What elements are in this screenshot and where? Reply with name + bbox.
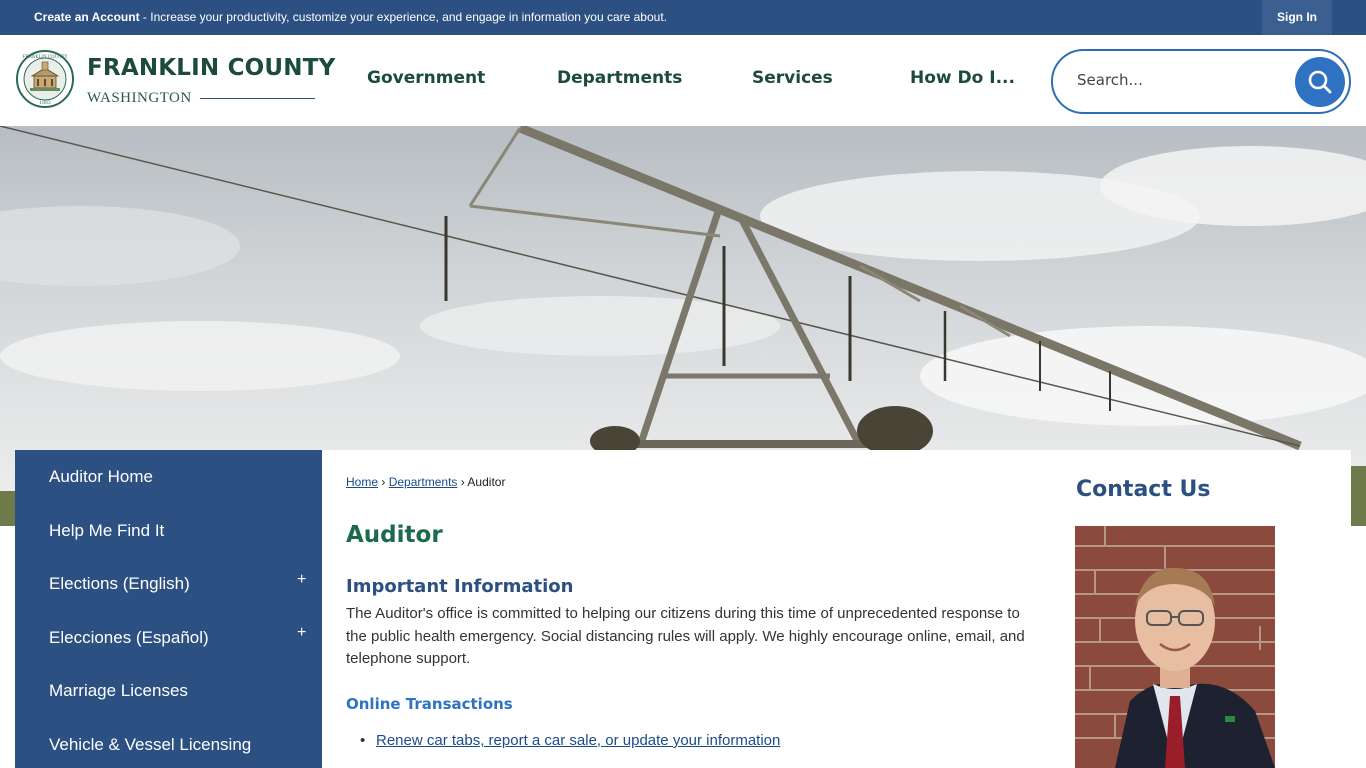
page-title: Auditor xyxy=(346,522,443,548)
nav-how-do-i[interactable]: How Do I... xyxy=(910,68,1015,88)
sidebar-item-marriage-licenses[interactable]: Marriage Licenses xyxy=(49,681,188,701)
nav-departments[interactable]: Departments xyxy=(557,68,682,88)
create-account-link[interactable]: Create an Account xyxy=(34,10,140,24)
sidebar-item-help-me-find-it[interactable]: Help Me Find It xyxy=(49,521,164,541)
search-icon xyxy=(1308,70,1332,94)
renew-car-tabs-link[interactable]: Renew car tabs, report a car sale, or up… xyxy=(376,732,780,749)
expand-elecciones-espanol-icon[interactable]: + xyxy=(297,624,306,642)
logo-divider xyxy=(200,98,315,99)
breadcrumb-current: Auditor xyxy=(467,475,506,489)
promo-text: - Increase your productivity, customize … xyxy=(139,10,667,24)
expand-elections-english-icon[interactable]: + xyxy=(297,571,306,589)
auditor-photo xyxy=(1075,526,1275,768)
seal-top-text: FRANKLIN COUNTY xyxy=(23,54,68,59)
online-transactions-list: Renew car tabs, report a car sale, or up… xyxy=(360,732,780,757)
search-button[interactable] xyxy=(1295,57,1345,107)
breadcrumb-home-link[interactable]: Home xyxy=(346,475,378,489)
top-bar: Create an Account - Increase your produc… xyxy=(0,0,1366,35)
site-header: FRANKLIN COUNTY 1883 FRANKLIN COUNTY WAS… xyxy=(0,35,1366,126)
sidebar-item-elections-english[interactable]: Elections (English) xyxy=(49,574,190,594)
breadcrumb-separator: › xyxy=(460,475,465,489)
sidebar-nav: Auditor Home Help Me Find It Elections (… xyxy=(15,450,322,768)
breadcrumb-separator: › xyxy=(381,475,386,489)
state-name: WASHINGTON xyxy=(87,90,192,106)
important-info-text: The Auditor's office is committed to hel… xyxy=(346,605,1025,667)
online-transactions-heading: Online Transactions xyxy=(346,695,513,713)
search-input[interactable] xyxy=(1077,71,1277,89)
sidebar-item-vehicle-vessel-licensing[interactable]: Vehicle & Vessel Licensing xyxy=(49,735,251,755)
seal-year-text: 1883 xyxy=(39,100,51,106)
important-info-heading: Important Information xyxy=(346,576,574,597)
search-box xyxy=(1051,49,1351,114)
contact-us-heading: Contact Us xyxy=(1076,477,1211,502)
sidebar-item-auditor-home[interactable]: Auditor Home xyxy=(49,467,153,487)
county-seal-logo[interactable]: FRANKLIN COUNTY 1883 xyxy=(15,49,75,109)
sign-in-button[interactable]: Sign In xyxy=(1262,0,1332,35)
sidebar-item-elecciones-espanol[interactable]: Elecciones (Español) xyxy=(49,628,209,648)
main-content: Home › Departments › Auditor Auditor Imp… xyxy=(322,450,1351,768)
list-item: Renew car tabs, report a car sale, or up… xyxy=(360,732,780,749)
breadcrumb-departments-link[interactable]: Departments xyxy=(389,475,458,489)
nav-services[interactable]: Services xyxy=(752,68,833,88)
nav-government[interactable]: Government xyxy=(367,68,485,88)
breadcrumb: Home › Departments › Auditor xyxy=(346,475,505,489)
county-name[interactable]: FRANKLIN COUNTY xyxy=(87,55,335,81)
create-account-promo[interactable]: Create an Account - Increase your produc… xyxy=(34,10,667,24)
